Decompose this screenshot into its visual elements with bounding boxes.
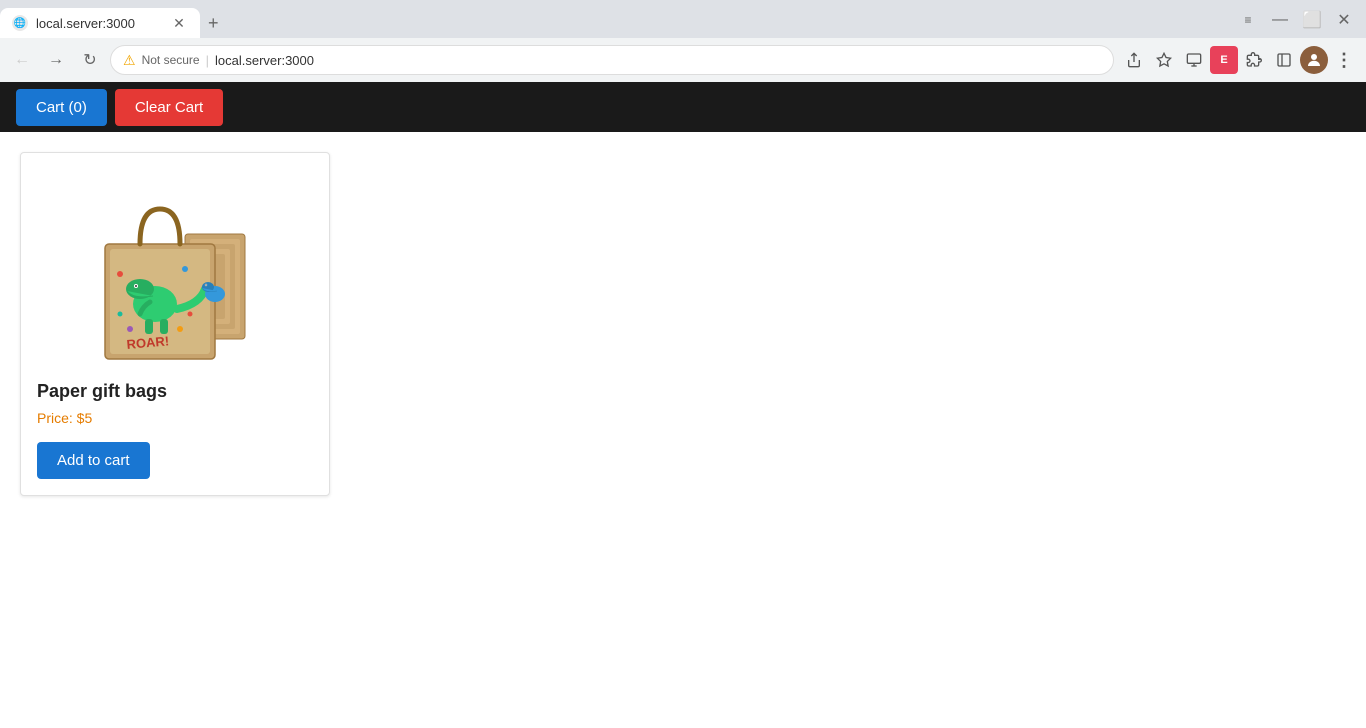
puzzle-button[interactable]: [1240, 46, 1268, 74]
share-button[interactable]: [1120, 46, 1148, 74]
address-separator: |: [206, 53, 209, 68]
warning-icon: ⚠: [123, 52, 136, 69]
chromemedia-button[interactable]: [1180, 46, 1208, 74]
minimize-button[interactable]: —: [1266, 6, 1294, 34]
new-tab-button[interactable]: +: [200, 8, 227, 38]
toolbar-actions: E ⋮: [1120, 46, 1358, 74]
extensions-manager-button[interactable]: E: [1210, 46, 1238, 74]
url-display: local.server:3000: [215, 53, 314, 68]
app-content: ROAR! Paper gift bags Price: $5 Add to c…: [0, 132, 1366, 516]
product-card: ROAR! Paper gift bags Price: $5 Add to c…: [20, 152, 330, 496]
browser-chrome: 🌐 local.server:3000 ✕ + ≡ — ⬜ ✕ ← → ↻ ⚠ …: [0, 0, 1366, 82]
tab-title: local.server:3000: [36, 16, 135, 31]
browser-tabs: 🌐 local.server:3000 ✕ + ≡ — ⬜ ✕: [0, 0, 1366, 38]
app-navbar: Cart (0) Clear Cart: [0, 82, 1366, 132]
product-image: ROAR!: [37, 169, 313, 369]
product-price: Price: $5: [37, 410, 313, 426]
browser-toolbar: ← → ↻ ⚠ Not secure | local.server:3000: [0, 38, 1366, 82]
close-window-button[interactable]: ✕: [1330, 6, 1358, 34]
sidebar-button[interactable]: [1270, 46, 1298, 74]
bookmark-button[interactable]: [1150, 46, 1178, 74]
reload-button[interactable]: ↻: [76, 46, 104, 74]
tab-close-button[interactable]: ✕: [170, 14, 188, 32]
chrome-menu-button[interactable]: ⋮: [1330, 46, 1358, 74]
tab-favicon: 🌐: [12, 15, 28, 31]
maximize-button[interactable]: ⬜: [1298, 6, 1326, 34]
not-secure-label: Not secure: [142, 53, 200, 67]
address-bar[interactable]: ⚠ Not secure | local.server:3000: [110, 45, 1114, 75]
tab-menu-button[interactable]: ≡: [1234, 6, 1262, 34]
profile-button[interactable]: [1300, 46, 1328, 74]
product-name: Paper gift bags: [37, 381, 313, 402]
add-to-cart-button[interactable]: Add to cart: [37, 442, 150, 479]
cart-button[interactable]: Cart (0): [16, 89, 107, 126]
clear-cart-button[interactable]: Clear Cart: [115, 89, 223, 126]
active-tab[interactable]: 🌐 local.server:3000 ✕: [0, 8, 200, 38]
forward-button[interactable]: →: [42, 46, 70, 74]
back-button[interactable]: ←: [8, 46, 36, 74]
